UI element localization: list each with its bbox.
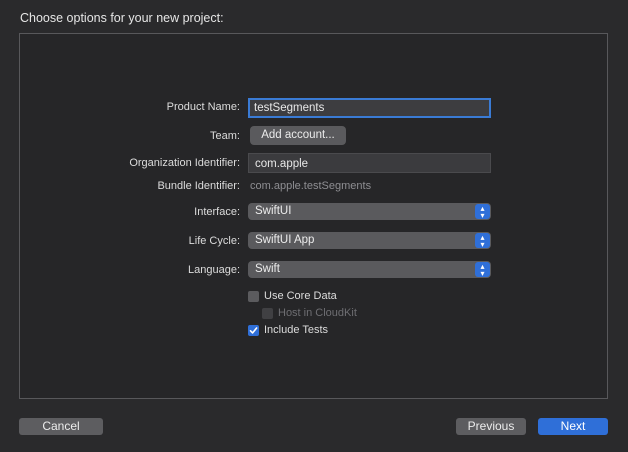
host-in-cloudkit-label: Host in CloudKit — [278, 307, 357, 319]
interface-popup-value: SwiftUI — [255, 205, 292, 217]
product-name-field[interactable]: testSegments — [248, 98, 491, 118]
checkmark-icon — [248, 324, 259, 336]
use-core-data-label: Use Core Data — [264, 290, 337, 302]
include-tests-label: Include Tests — [264, 324, 329, 336]
life-cycle-label: Life Cycle: — [188, 235, 240, 247]
up-down-chevron-icon: ▴ ▾ — [475, 204, 490, 219]
dialog-title: Choose options for your new project: — [20, 11, 224, 25]
interface-popup[interactable]: SwiftUI ▴ ▾ — [248, 203, 491, 220]
up-down-chevron-icon: ▴ ▾ — [475, 233, 490, 248]
include-tests-checkbox[interactable]: Include Tests — [248, 324, 328, 336]
host-in-cloudkit-checkbox: Host in CloudKit — [262, 307, 357, 319]
life-cycle-popup-value: SwiftUI App — [255, 234, 315, 246]
life-cycle-popup[interactable]: SwiftUI App ▴ ▾ — [248, 232, 491, 249]
up-down-chevron-icon: ▴ ▾ — [475, 262, 490, 277]
language-popup[interactable]: Swift ▴ ▾ — [248, 261, 491, 278]
org-identifier-field[interactable]: com.apple — [248, 153, 491, 173]
add-account-button[interactable]: Add account... — [250, 126, 346, 145]
org-identifier-label: Organization Identifier: — [129, 157, 240, 169]
cancel-button[interactable]: Cancel — [19, 418, 103, 435]
product-name-label: Product Name: — [166, 101, 240, 113]
project-options-dialog: Choose options for your new project: Pro… — [0, 0, 628, 452]
checkbox-disabled-icon — [262, 307, 273, 319]
team-label: Team: — [210, 130, 240, 142]
interface-label: Interface: — [194, 206, 240, 218]
next-button[interactable]: Next — [538, 418, 608, 435]
bundle-identifier-label: Bundle Identifier: — [157, 180, 240, 192]
previous-button[interactable]: Previous — [456, 418, 526, 435]
language-label: Language: — [188, 264, 240, 276]
language-popup-value: Swift — [255, 263, 280, 275]
checkbox-unchecked-icon — [248, 290, 259, 302]
bundle-identifier-value: com.apple.testSegments — [250, 180, 372, 192]
use-core-data-checkbox[interactable]: Use Core Data — [248, 290, 337, 302]
